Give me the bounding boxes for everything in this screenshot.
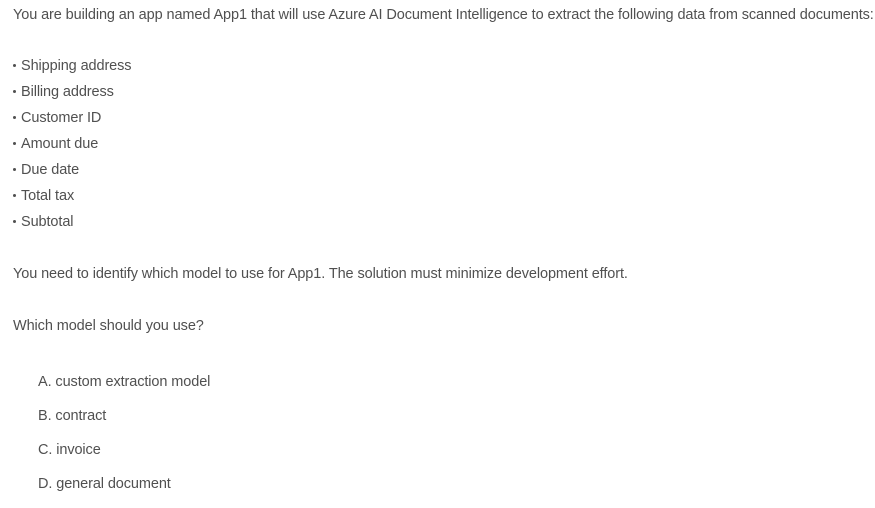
bullet-icon — [13, 115, 16, 119]
question-prompt: Which model should you use? — [13, 318, 204, 334]
list-item-label: Shipping address — [21, 58, 132, 74]
list-item-label: Subtotal — [21, 214, 74, 230]
answer-option-c[interactable]: C. invoice — [38, 440, 210, 474]
bullet-icon — [13, 219, 16, 223]
list-item: Due date — [13, 160, 131, 186]
list-item-label: Billing address — [21, 84, 114, 100]
bullet-icon — [13, 167, 16, 171]
data-fields-list: Shipping address Billing address Custome… — [13, 56, 132, 238]
list-item-label: Amount due — [21, 136, 99, 152]
list-item-label: Due date — [21, 162, 80, 178]
answer-option-b[interactable]: B. contract — [38, 406, 210, 440]
bullet-icon — [13, 193, 16, 197]
question-intro: You are building an app named App1 that … — [13, 7, 874, 23]
bullet-icon — [13, 141, 16, 145]
bullet-icon — [13, 89, 16, 93]
question-requirement: You need to identify which model to use … — [13, 266, 628, 282]
list-item: Customer ID — [13, 108, 131, 134]
list-item: Shipping address — [13, 56, 132, 82]
list-item-label: Total tax — [21, 188, 75, 204]
list-item-label: Customer ID — [21, 110, 102, 126]
list-item: Subtotal — [13, 212, 131, 238]
answer-option-a[interactable]: A. custom extraction model — [38, 372, 210, 406]
bullet-icon — [13, 63, 16, 67]
list-item: Total tax — [13, 186, 131, 212]
list-item: Amount due — [13, 134, 131, 160]
answer-options: A. custom extraction model B. contract C… — [38, 372, 210, 508]
answer-option-d[interactable]: D. general document — [38, 474, 210, 508]
list-item: Billing address — [13, 82, 131, 108]
